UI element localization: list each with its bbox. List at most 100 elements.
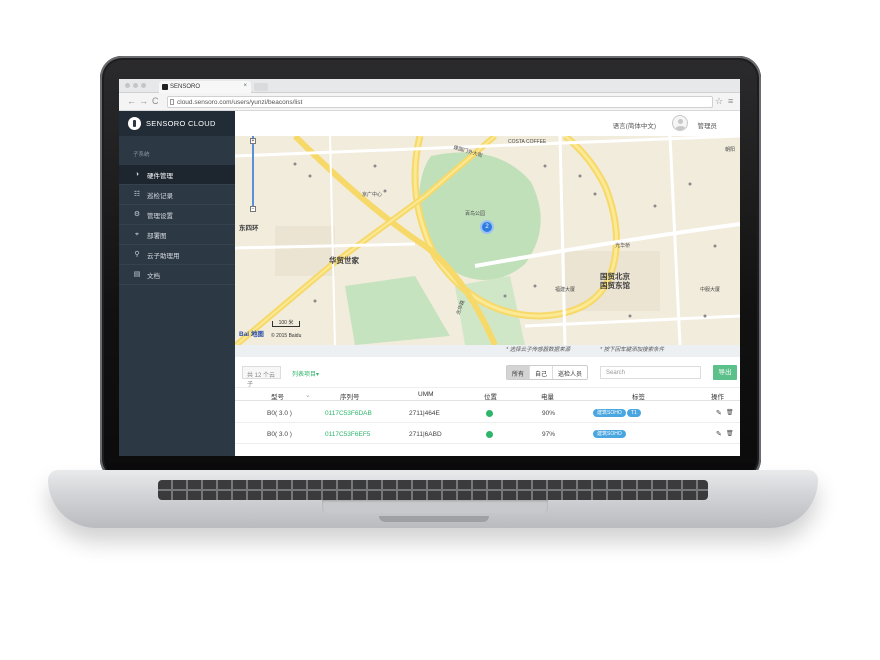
sidebar-section-label: 子系统 — [133, 152, 150, 158]
laptop-keyboard — [158, 480, 708, 500]
umm-cell: 2711|464E — [409, 410, 440, 417]
avatar[interactable] — [672, 115, 688, 131]
umm-cell: 2711|6ABD — [409, 431, 442, 438]
browser-tabbar: SENSORO × — [119, 79, 740, 93]
table-header: 型号 ⌄ 序列号 UMM 位置 电量 标签 操作 — [235, 387, 740, 401]
column-header-umm[interactable]: UMM — [418, 391, 434, 398]
location-icon: ⌖ — [135, 231, 139, 238]
delete-icon[interactable]: 🗑 — [726, 409, 734, 416]
map-scale: 100 米 — [272, 321, 300, 327]
hardware-icon: ◑ — [134, 171, 140, 178]
filter-own[interactable]: 自己 — [529, 366, 553, 379]
column-header-serial[interactable]: 序列号 — [340, 391, 360, 401]
beacon-table-card: 共 12 个云子 列表项目▾ 所有 自己 巡检人员 Search 导出 型号 ⌄… — [235, 357, 740, 456]
serial-cell[interactable]: 0117C53F6EF5 — [325, 431, 370, 438]
serial-cell[interactable]: 0117C53F6DAB — [325, 410, 372, 417]
sidebar-item[interactable]: ⚲ 云子助理用 — [119, 245, 235, 265]
map-label: 华贸世家 — [329, 256, 359, 265]
model-cell: B0( 3.0 ) — [267, 431, 292, 438]
location-globe-icon[interactable] — [486, 410, 493, 417]
gear-icon: ⚙ — [133, 211, 141, 218]
laptop-trackpad — [322, 500, 548, 514]
tag-badge[interactable]: T1 — [627, 409, 641, 417]
map-label: 朝阳 — [725, 147, 736, 153]
sidebar: SENSORO CLOUD 子系统 ◑ 硬件管理 ☷ 巡检记录 ⚙ 管理设置 ⌖ 部署图 ⚲ 云子… — [119, 111, 235, 456]
map-label: COSTA COFFEE — [508, 139, 547, 145]
sidebar-item-label: 部署图 — [147, 232, 167, 240]
data-source-filter: 所有 自己 巡检人员 — [506, 365, 589, 380]
battery-cell: 97% — [542, 431, 556, 438]
forward-icon[interactable]: → — [139, 96, 148, 106]
sidebar-item-label: 管理设置 — [147, 212, 173, 220]
search-input[interactable]: Search — [600, 366, 701, 379]
column-header-tags[interactable]: 标签 — [632, 391, 645, 401]
source-hint: * 选择云子传感器数据来源 — [506, 347, 571, 353]
zoom-in-button[interactable]: + — [250, 138, 256, 144]
map-label: 光华桥 — [615, 243, 631, 249]
browser-toolbar: ← → C cloud.sensoro.com/users/yunzi/beac… — [119, 93, 740, 111]
user-name[interactable]: 管理员 — [698, 120, 718, 130]
window-controls[interactable] — [125, 83, 146, 88]
browser-menu-icon[interactable]: ≡ — [728, 96, 733, 106]
edit-icon[interactable]: ✎ — [716, 430, 722, 438]
zoom-out-button[interactable]: − — [250, 206, 256, 212]
brand-name: SENSORO CLOUD — [146, 119, 216, 128]
back-icon[interactable]: ← — [127, 96, 136, 106]
tag-badge[interactable]: 建筑SOHO — [593, 430, 626, 438]
search-hint: * 按下回车键添加搜索条件 — [600, 347, 665, 353]
language-selector[interactable]: 语言(简体中文) — [613, 120, 656, 130]
map-label: 东四环 — [239, 225, 259, 232]
map-label: 百鸟公园 — [465, 211, 486, 217]
battery-cell: 90% — [542, 410, 556, 417]
url-text: cloud.sensoro.com/users/yunzi/beacons/li… — [177, 99, 303, 106]
baidu-logo: Bai 地图 — [239, 331, 264, 338]
filter-all[interactable]: 所有 — [507, 366, 530, 379]
page-icon — [170, 99, 174, 105]
filter-inspectors[interactable]: 巡检人员 — [552, 366, 588, 379]
beacon-cluster-marker[interactable]: 2 — [480, 220, 494, 234]
document-icon: ▤ — [133, 271, 141, 278]
sidebar-item[interactable]: ◑ 硬件管理 — [119, 165, 235, 185]
sidebar-item[interactable]: ⚙ 管理设置 — [119, 205, 235, 225]
map-label: 国贸北京 国贸东馆 — [600, 272, 630, 290]
table-row[interactable]: B0( 3.0 ) 0117C53F6EF5 2711|6ABD 97% 建筑SOHO ✎… — [235, 424, 740, 444]
sensoro-logo-icon — [128, 117, 141, 130]
zoom-slider[interactable] — [252, 146, 254, 206]
tab-close-icon[interactable]: × — [243, 83, 247, 89]
tab-title: SENSORO — [170, 84, 201, 90]
key-icon: ⚲ — [134, 251, 140, 258]
sidebar-item[interactable]: ⌖ 部署图 — [119, 225, 235, 245]
list-icon: ☷ — [133, 191, 141, 198]
column-header-location[interactable]: 位置 — [484, 391, 497, 401]
map-label: 中服大厦 — [700, 287, 721, 293]
map-view[interactable]: + − 华贸世家 国贸北京 国贸东馆 东四环 百鸟公园 COSTA COFFEE… — [235, 136, 740, 345]
tag-badge[interactable]: 建筑SOHO — [593, 409, 626, 417]
reload-icon[interactable]: C — [152, 96, 159, 106]
export-button[interactable]: 导出 — [713, 365, 737, 380]
brand[interactable]: SENSORO CLOUD — [119, 111, 235, 136]
delete-icon[interactable]: 🗑 — [726, 430, 734, 437]
map-label: 福建大厦 — [555, 287, 576, 293]
sidebar-item-label: 巡检记录 — [147, 192, 173, 200]
column-header-actions: 操作 — [711, 394, 724, 401]
bookmark-star-icon[interactable]: ☆ — [715, 96, 723, 107]
beacon-count: 共 12 个云子 — [242, 366, 281, 388]
model-cell: B0( 3.0 ) — [267, 410, 292, 417]
new-tab-button[interactable] — [254, 83, 268, 91]
beacon-list-panel: * 选择云子传感器数据来源 * 按下回车键添加搜索条件 共 12 个云子 列表项… — [235, 345, 740, 456]
map-roads — [235, 136, 740, 345]
column-header-battery[interactable]: 电量 — [541, 391, 554, 401]
list-items-dropdown[interactable]: 列表项目▾ — [292, 369, 319, 378]
edit-icon[interactable]: ✎ — [716, 409, 722, 417]
map-copyright: © 2015 Baidu — [271, 333, 302, 339]
column-header-model[interactable]: 型号 — [271, 391, 284, 401]
address-bar[interactable]: cloud.sensoro.com/users/yunzi/beacons/li… — [167, 96, 713, 108]
table-row[interactable]: B0( 3.0 ) 0117C53F6DAB 2711|464E 90% 建筑SOHO T… — [235, 403, 740, 423]
browser-tab[interactable]: SENSORO × — [159, 81, 251, 93]
map-zoom-control[interactable]: + − — [250, 138, 256, 212]
location-globe-icon[interactable] — [486, 431, 493, 438]
sort-icon[interactable]: ⌄ — [305, 391, 310, 399]
sidebar-item[interactable]: ▤ 文档 — [119, 265, 235, 285]
sidebar-item[interactable]: ☷ 巡检记录 — [119, 185, 235, 205]
sidebar-item-label: 文档 — [147, 272, 160, 280]
